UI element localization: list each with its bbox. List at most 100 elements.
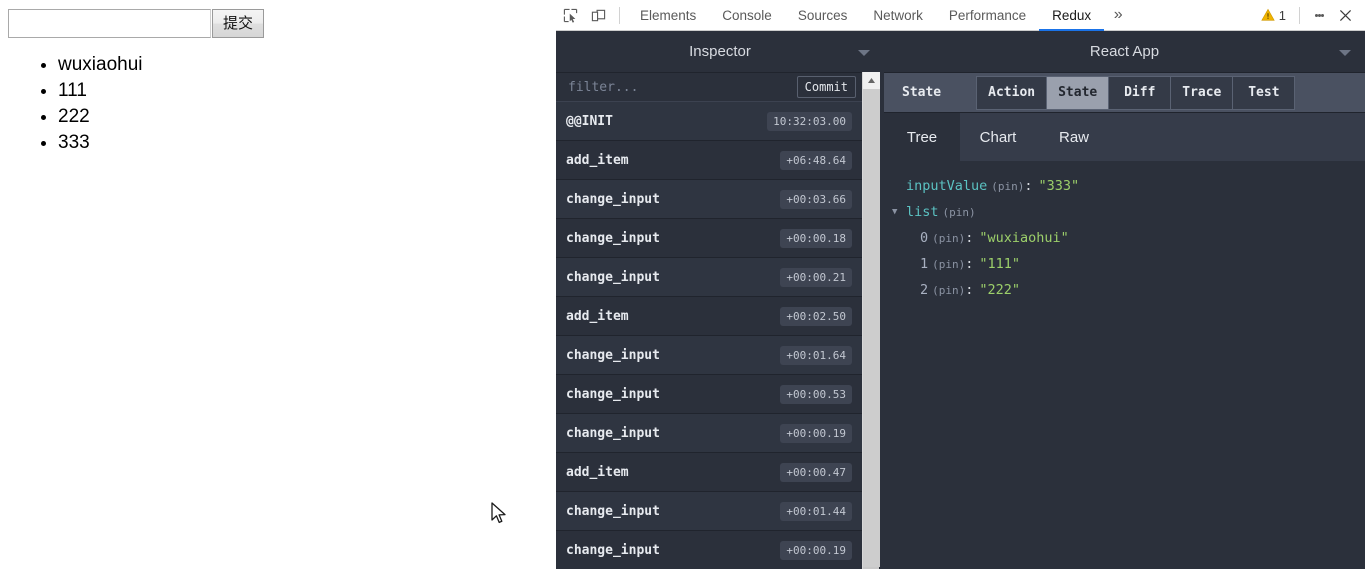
- tree-row-list-item[interactable]: 0 (pin) : "wuxiaohui": [884, 225, 1365, 251]
- tree-index: 0: [920, 230, 929, 246]
- filter-bar: Commit: [556, 73, 862, 102]
- action-row[interactable]: add_item +06:48.64: [556, 141, 862, 180]
- device-toolbar-icon[interactable]: [584, 2, 612, 28]
- tree-colon: :: [965, 256, 974, 272]
- submit-form: 提交: [8, 9, 264, 38]
- action-time: +00:00.47: [780, 462, 852, 482]
- more-options-icon[interactable]: [1307, 2, 1331, 28]
- action-row[interactable]: change_input +00:00.19: [556, 531, 862, 569]
- action-row[interactable]: add_item +00:02.50: [556, 297, 862, 336]
- inspector-tab-group: Action State Diff Trace Test: [976, 75, 1296, 110]
- text-input[interactable]: [8, 9, 211, 38]
- tree-value: "wuxiaohui": [979, 230, 1069, 246]
- state-tree: inputValue (pin) : "333" ▼ list (pin) 0 …: [884, 161, 1365, 569]
- scroll-up-arrow-icon[interactable]: [863, 72, 880, 89]
- chevron-down-icon[interactable]: [1339, 49, 1351, 56]
- list-item: 222: [41, 104, 143, 130]
- tab-test[interactable]: Test: [1233, 75, 1296, 110]
- tab-network[interactable]: Network: [860, 0, 936, 31]
- state-inspector: State Action State Diff Trace Test Tree …: [884, 72, 1365, 569]
- tab-redux[interactable]: Redux: [1039, 0, 1105, 31]
- close-icon[interactable]: [1331, 2, 1359, 28]
- screen: 提交 wuxiaohui 111 222 333 Elements Consol…: [0, 0, 1365, 569]
- action-time: +00:00.19: [780, 423, 852, 443]
- tree-row-list[interactable]: ▼ list (pin): [884, 199, 1365, 225]
- tree-pin-label[interactable]: (pin): [932, 258, 965, 271]
- action-row[interactable]: change_input +00:00.18: [556, 219, 862, 258]
- action-name: change_input: [566, 386, 660, 402]
- tree-pin-label[interactable]: (pin): [943, 206, 976, 219]
- mouse-cursor-icon: [491, 502, 506, 524]
- devtools-tab-list: Elements Console Sources Network Perform…: [627, 0, 1105, 31]
- action-name: add_item: [566, 152, 629, 168]
- action-time: 10:32:03.00: [767, 111, 852, 131]
- panel-headers: Inspector React App: [556, 31, 1365, 72]
- react-app-header[interactable]: React App: [884, 31, 1365, 72]
- web-page: 提交 wuxiaohui 111 222 333: [0, 0, 556, 569]
- action-row[interactable]: change_input +00:00.19: [556, 414, 862, 453]
- list-item: 111: [41, 78, 143, 104]
- subtab-raw[interactable]: Raw: [1036, 113, 1112, 161]
- tree-pin-label[interactable]: (pin): [932, 232, 965, 245]
- scrollbar-thumb[interactable]: [863, 89, 880, 567]
- commit-button[interactable]: Commit: [796, 76, 856, 98]
- action-monitor: Commit @@INIT 10:32:03.00 add_item +06:4…: [556, 72, 862, 569]
- inspector-title: Inspector: [689, 43, 751, 60]
- action-row[interactable]: change_input +00:00.21: [556, 258, 862, 297]
- action-time: +00:00.18: [780, 228, 852, 248]
- tab-trace[interactable]: Trace: [1171, 75, 1234, 110]
- action-row[interactable]: @@INIT 10:32:03.00: [556, 102, 862, 141]
- devtools-toolbar: Elements Console Sources Network Perform…: [556, 0, 1365, 31]
- action-name: @@INIT: [566, 113, 613, 129]
- react-app-title: React App: [1089, 43, 1160, 60]
- inspect-element-icon[interactable]: [556, 2, 584, 28]
- action-list-scrollbar[interactable]: [862, 72, 880, 569]
- tree-row-input-value[interactable]: inputValue (pin) : "333": [884, 173, 1365, 199]
- action-name: change_input: [566, 425, 660, 441]
- tab-performance[interactable]: Performance: [936, 0, 1039, 31]
- action-time: +00:01.64: [780, 345, 852, 365]
- tab-console[interactable]: Console: [709, 0, 785, 31]
- action-row[interactable]: change_input +00:01.44: [556, 492, 862, 531]
- tree-colon: :: [1024, 178, 1033, 194]
- submit-button[interactable]: 提交: [212, 9, 264, 38]
- action-name: change_input: [566, 347, 660, 363]
- action-row[interactable]: change_input +00:03.66: [556, 180, 862, 219]
- warning-badge[interactable]: 1: [1255, 8, 1292, 23]
- inspector-header[interactable]: Inspector: [556, 31, 884, 72]
- tree-key: list: [906, 204, 939, 220]
- expand-triangle-icon[interactable]: ▼: [892, 207, 906, 217]
- subtab-tree[interactable]: Tree: [884, 113, 960, 161]
- more-tabs-icon[interactable]: »: [1104, 0, 1132, 31]
- action-name: change_input: [566, 503, 660, 519]
- tab-sources[interactable]: Sources: [785, 0, 861, 31]
- tree-pin-label[interactable]: (pin): [991, 180, 1024, 193]
- action-time: +00:03.66: [780, 189, 852, 209]
- tab-action[interactable]: Action: [976, 75, 1048, 110]
- tree-colon: :: [965, 282, 974, 298]
- action-time: +00:00.21: [780, 267, 852, 287]
- tab-state[interactable]: State: [1047, 75, 1110, 110]
- inspector-tabbar: State Action State Diff Trace Test: [884, 73, 1365, 113]
- tree-row-list-item[interactable]: 2 (pin) : "222": [884, 277, 1365, 303]
- devtools-panel: Elements Console Sources Network Perform…: [556, 0, 1365, 569]
- inspector-state-label: State: [902, 85, 942, 100]
- warning-count: 1: [1278, 7, 1286, 23]
- tree-key: inputValue: [906, 178, 988, 194]
- tab-elements[interactable]: Elements: [627, 0, 709, 31]
- action-name: change_input: [566, 269, 660, 285]
- list-item: wuxiaohui: [41, 52, 143, 78]
- filter-input[interactable]: [566, 78, 797, 96]
- toolbar-right-group: 1: [1255, 2, 1365, 28]
- chevron-down-icon[interactable]: [858, 49, 870, 56]
- tab-diff[interactable]: Diff: [1109, 75, 1172, 110]
- tree-pin-label[interactable]: (pin): [932, 284, 965, 297]
- list-item: 333: [41, 130, 143, 156]
- tree-row-list-item[interactable]: 1 (pin) : "111": [884, 251, 1365, 277]
- action-name: add_item: [566, 464, 629, 480]
- action-row[interactable]: change_input +00:00.53: [556, 375, 862, 414]
- tree-index: 2: [920, 282, 929, 298]
- action-row[interactable]: change_input +00:01.64: [556, 336, 862, 375]
- subtab-chart[interactable]: Chart: [960, 113, 1036, 161]
- action-row[interactable]: add_item +00:00.47: [556, 453, 862, 492]
